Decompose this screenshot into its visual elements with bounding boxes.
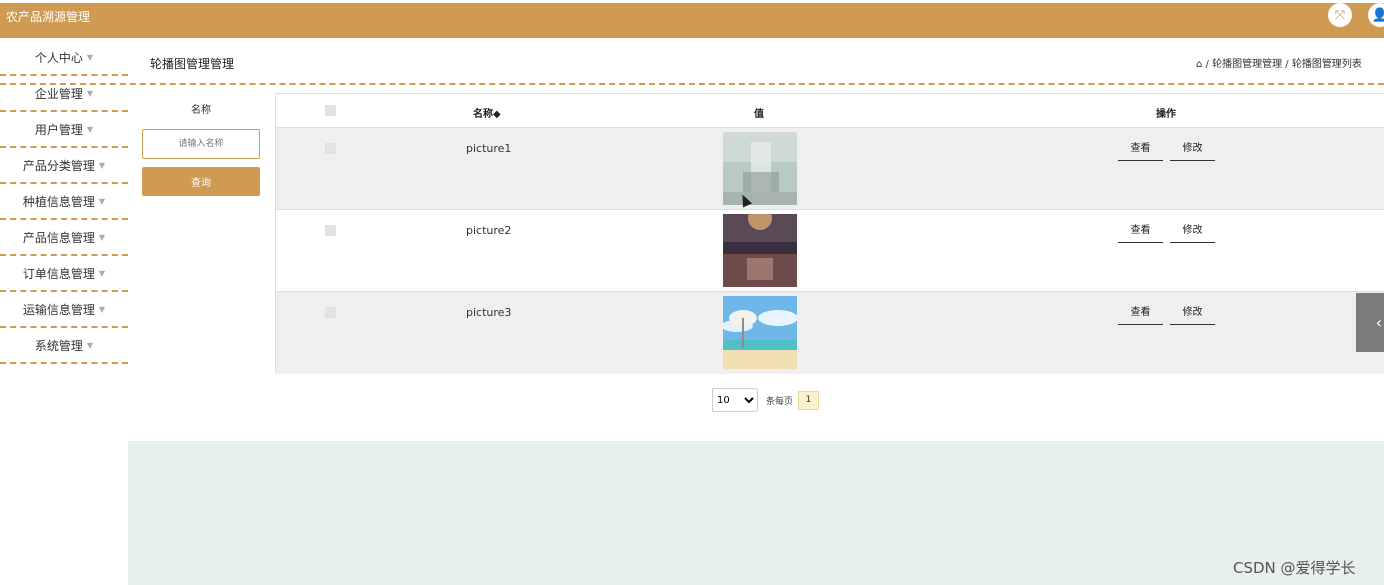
bottom-panel (128, 441, 1384, 585)
pagination: 10 条每页 1 (712, 388, 820, 412)
row-name: picture1 (466, 142, 512, 155)
table-row: picture3 查看 修改 (276, 292, 1384, 374)
carousel-image-thumbnail (723, 296, 797, 369)
sidebar-item-transport[interactable]: 运输信息管理 ▼ (0, 292, 128, 328)
sidebar-item-product-category[interactable]: 产品分类管理 ▼ (0, 148, 128, 184)
caret-down-icon: ▼ (86, 88, 94, 98)
page-title: 轮播图管理管理 (150, 57, 235, 71)
header-divider (0, 83, 1384, 85)
row-name: picture2 (466, 224, 512, 237)
column-header-actions: 操作 (1156, 109, 1176, 120)
sidebar-item-product-info[interactable]: 产品信息管理 ▼ (0, 220, 128, 256)
sidebar-item-orders[interactable]: 订单信息管理 ▼ (0, 256, 128, 292)
edit-button[interactable]: 修改 (1170, 222, 1215, 243)
row-name: picture3 (466, 306, 512, 319)
table-header: 名称◆ 值 操作 (276, 94, 1384, 128)
sidebar: 个人中心 ▼ 企业管理 ▼ 用户管理 ▼ 产品分类管理 ▼ 种植信息管理 ▼ 产品信息管理… (0, 40, 128, 364)
page-number-button[interactable]: 1 (798, 390, 820, 410)
top-bar: 农产品溯源管理 ⤧ 👤 (0, 3, 1384, 38)
row-checkbox[interactable] (325, 225, 336, 236)
sidebar-item-personal-center[interactable]: 个人中心 ▼ (0, 40, 128, 76)
view-button[interactable]: 查看 (1118, 304, 1163, 325)
per-page-label: 条每页 (766, 396, 794, 407)
home-icon[interactable]: ⌂ (1196, 59, 1202, 70)
row-checkbox[interactable] (325, 143, 336, 154)
sidebar-item-enterprise[interactable]: 企业管理 ▼ (0, 76, 128, 112)
user-icon[interactable]: 👤 (1368, 3, 1384, 27)
edit-button[interactable]: 修改 (1170, 304, 1215, 325)
data-table: 名称◆ 值 操作 picture1 查看 修改 picture2 查看 修改 p… (275, 93, 1384, 374)
watermark: CSDN @爱得学长 (1233, 559, 1356, 577)
caret-down-icon: ▼ (98, 160, 106, 170)
table-row: picture1 查看 修改 (276, 128, 1384, 210)
collapse-panel-tab[interactable]: ‹ (1356, 293, 1384, 352)
caret-down-icon: ▼ (86, 124, 94, 134)
select-all-checkbox[interactable] (325, 105, 336, 116)
caret-down-icon: ▼ (98, 232, 106, 242)
breadcrumb-text[interactable]: / 轮播图管理管理 / 轮播图管理列表 (1206, 59, 1362, 70)
caret-down-icon: ▼ (98, 196, 106, 206)
caret-down-icon: ▼ (98, 268, 106, 278)
search-label: 名称 (191, 105, 211, 116)
carousel-image-thumbnail (723, 132, 797, 205)
sidebar-item-planting[interactable]: 种植信息管理 ▼ (0, 184, 128, 220)
caret-down-icon: ▼ (86, 340, 94, 350)
breadcrumb: ⌂ / 轮播图管理管理 / 轮播图管理列表 (1196, 55, 1384, 70)
fullscreen-icon[interactable]: ⤧ (1328, 3, 1352, 27)
chevron-left-icon: ‹ (1375, 313, 1382, 332)
view-button[interactable]: 查看 (1118, 222, 1163, 243)
column-header-value: 值 (754, 109, 764, 120)
sidebar-item-system[interactable]: 系统管理 ▼ (0, 328, 128, 364)
caret-down-icon: ▼ (86, 52, 94, 62)
caret-down-icon: ▼ (98, 304, 106, 314)
row-checkbox[interactable] (325, 307, 336, 318)
search-button[interactable]: 查询 (142, 167, 260, 196)
edit-button[interactable]: 修改 (1170, 140, 1215, 161)
view-button[interactable]: 查看 (1118, 140, 1163, 161)
search-input[interactable] (142, 129, 260, 159)
sidebar-item-users[interactable]: 用户管理 ▼ (0, 112, 128, 148)
page-size-select[interactable]: 10 (712, 388, 758, 412)
carousel-image-thumbnail (723, 214, 797, 287)
column-header-name[interactable]: 名称◆ (473, 105, 501, 120)
table-row: picture2 查看 修改 (276, 210, 1384, 292)
app-title: 农产品溯源管理 (6, 10, 91, 24)
